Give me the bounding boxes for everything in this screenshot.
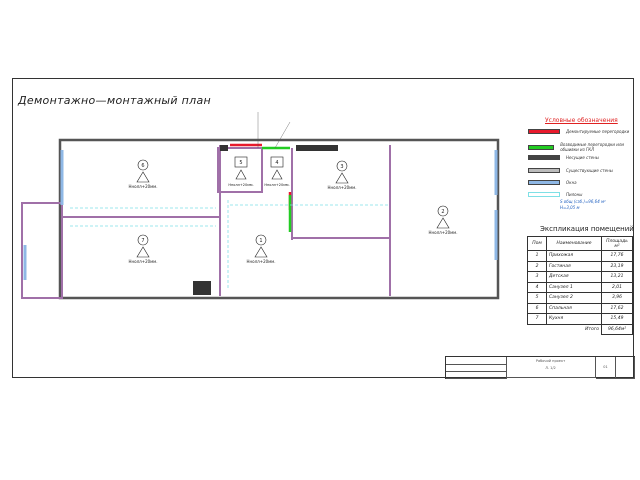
legend-swatch-grey — [528, 168, 560, 173]
table-cell: 17,62 — [601, 302, 633, 314]
legend-item-new-wall: Возводимые перегородки или обшивки из ГК… — [528, 142, 640, 152]
room-marker-1: 1 Ннолл+20мм. — [247, 234, 276, 264]
room-7-number: 7 — [141, 238, 144, 244]
table-row: 2 Гостиная 23,19 — [527, 260, 633, 272]
table-cell: Прихожая — [546, 250, 602, 262]
title-block: Рабочий проект Л. 1/2 01 — [445, 356, 635, 379]
room-4-level: Ннолл+20мм. — [264, 183, 289, 187]
legend-item-existing: Существующие стены — [528, 168, 613, 173]
room-3-level: Ннолл+20мм. — [328, 185, 357, 190]
area-note-height: H=3,05 м — [560, 205, 580, 210]
table-cell: 6 — [527, 302, 547, 314]
stamp-line2: Л. 1/2 — [545, 366, 556, 370]
table-cell: Санузел 1 — [546, 281, 602, 293]
table-cell: Кухня — [546, 313, 602, 325]
room-2-number: 2 — [441, 209, 444, 215]
room-1-number: 1 — [259, 238, 262, 244]
room-marker-3: 3 Ннолл+20мм. — [328, 160, 357, 190]
room-5-level: Ннолл+20мм. — [228, 183, 253, 187]
table-cell: 1 — [527, 250, 547, 262]
explication-header: Площадь м² — [601, 236, 633, 251]
table-cell: 13,21 — [601, 271, 633, 283]
stamp-line1: Рабочий проект — [535, 359, 566, 363]
room-7-level: Ннолл+20мм. — [129, 259, 158, 264]
explication-table: Пом Наименование Площадь м² 1 Прихожая 1… — [527, 236, 633, 335]
explication-title: Экспликация помещений — [540, 225, 634, 233]
legend-item-demolish: Демонтируемые перегородки — [528, 129, 629, 134]
room-6-number: 6 — [141, 163, 144, 169]
table-total-row: Итого 96,64м² — [528, 323, 633, 335]
legend-item-window: Окна — [528, 180, 577, 185]
bearing-block-2 — [193, 281, 211, 295]
table-cell: 2,01 — [601, 281, 633, 293]
left-annex-wall — [21, 202, 63, 299]
explication-header: Наименование — [546, 236, 602, 251]
legend-swatch-green — [528, 144, 555, 150]
legend-item-bearing: Несущие стены — [528, 155, 599, 160]
outer-wall — [58, 138, 500, 300]
table-cell: Детская — [546, 271, 602, 283]
explication-header-row: Пом Наименование Площадь м² — [527, 236, 633, 251]
table-cell: 4 — [527, 281, 547, 293]
stamp-sheet-cell: 01 — [596, 357, 616, 379]
table-cell: 3,96 — [601, 292, 633, 304]
room-marker-7: 7 Ннолл+20мм. — [129, 234, 158, 264]
room-4-number: 4 — [275, 160, 278, 166]
leader-2 — [274, 121, 291, 149]
room-marker-2: 2 Ннолл+20мм. — [429, 205, 458, 235]
table-row: 1 Прихожая 17,76 — [527, 250, 633, 262]
room-1-level: Ннолл+20мм. — [247, 259, 276, 264]
legend-label: Возводимые перегородки или обшивки из ГК… — [560, 142, 625, 152]
table-cell: 3 — [527, 271, 547, 283]
legend-swatch-red — [528, 129, 560, 134]
room-5-number: 5 — [239, 160, 242, 166]
room-6-level: Ннолл+20мм. — [129, 184, 158, 189]
table-total-label: Итого — [585, 327, 599, 332]
table-cell: 15,49 — [601, 313, 633, 325]
table-row: 7 Кухня 15,49 — [527, 313, 633, 325]
table-cell: 2 — [527, 260, 547, 272]
bearing-block-3 — [220, 145, 228, 151]
bearing-block-1 — [296, 145, 338, 151]
legend-label: Пилоны — [566, 192, 583, 197]
legend-swatch-cyan — [528, 192, 560, 197]
stamp-project-cell: Рабочий проект Л. 1/2 — [506, 357, 596, 378]
table-cell: Санузел 2 — [546, 292, 602, 304]
room-2-level: Ннолл+20мм. — [429, 230, 458, 235]
table-row: 4 Санузел 1 2,01 — [527, 281, 633, 293]
table-cell: Гостиная — [546, 260, 602, 272]
table-cell: 5 — [527, 292, 547, 304]
table-cell: 17,76 — [601, 250, 633, 262]
table-total-value: 96,64м² — [601, 323, 633, 335]
legend-heading: Условные обозначения — [545, 117, 618, 124]
room-marker-6: 6 Ннолл+20мм. — [129, 159, 158, 189]
legend-label: Несущие стены — [566, 155, 599, 160]
legend-label: Существующие стены — [566, 168, 613, 173]
legend-label: Демонтируемые перегородки — [566, 129, 630, 134]
explication-header: Пом — [527, 236, 547, 251]
table-row: 3 Детская 13,21 — [527, 271, 633, 283]
area-note: S общ (сзб.)=96,64 м² H=3,05 м — [560, 199, 606, 211]
room-marker-4: 4 Ннолл+20мм. — [264, 156, 290, 187]
room-marker-5: 5 Ннолл+20мм. — [228, 156, 254, 187]
table-cell: 7 — [527, 313, 547, 325]
table-row: 5 Санузел 2 3,96 — [527, 292, 633, 304]
table-cell: Спальная — [546, 302, 602, 314]
legend-swatch-blue — [528, 180, 560, 185]
stamp-cell — [446, 371, 507, 379]
legend-swatch-dark — [528, 155, 560, 160]
table-cell: 23,19 — [601, 260, 633, 272]
room-3-number: 3 — [340, 164, 343, 170]
table-row: 6 Спальная 17,62 — [527, 302, 633, 314]
stamp-cell — [615, 357, 635, 379]
legend-label: Окна — [566, 180, 577, 185]
legend-item-pylon: Пилоны — [528, 192, 582, 197]
